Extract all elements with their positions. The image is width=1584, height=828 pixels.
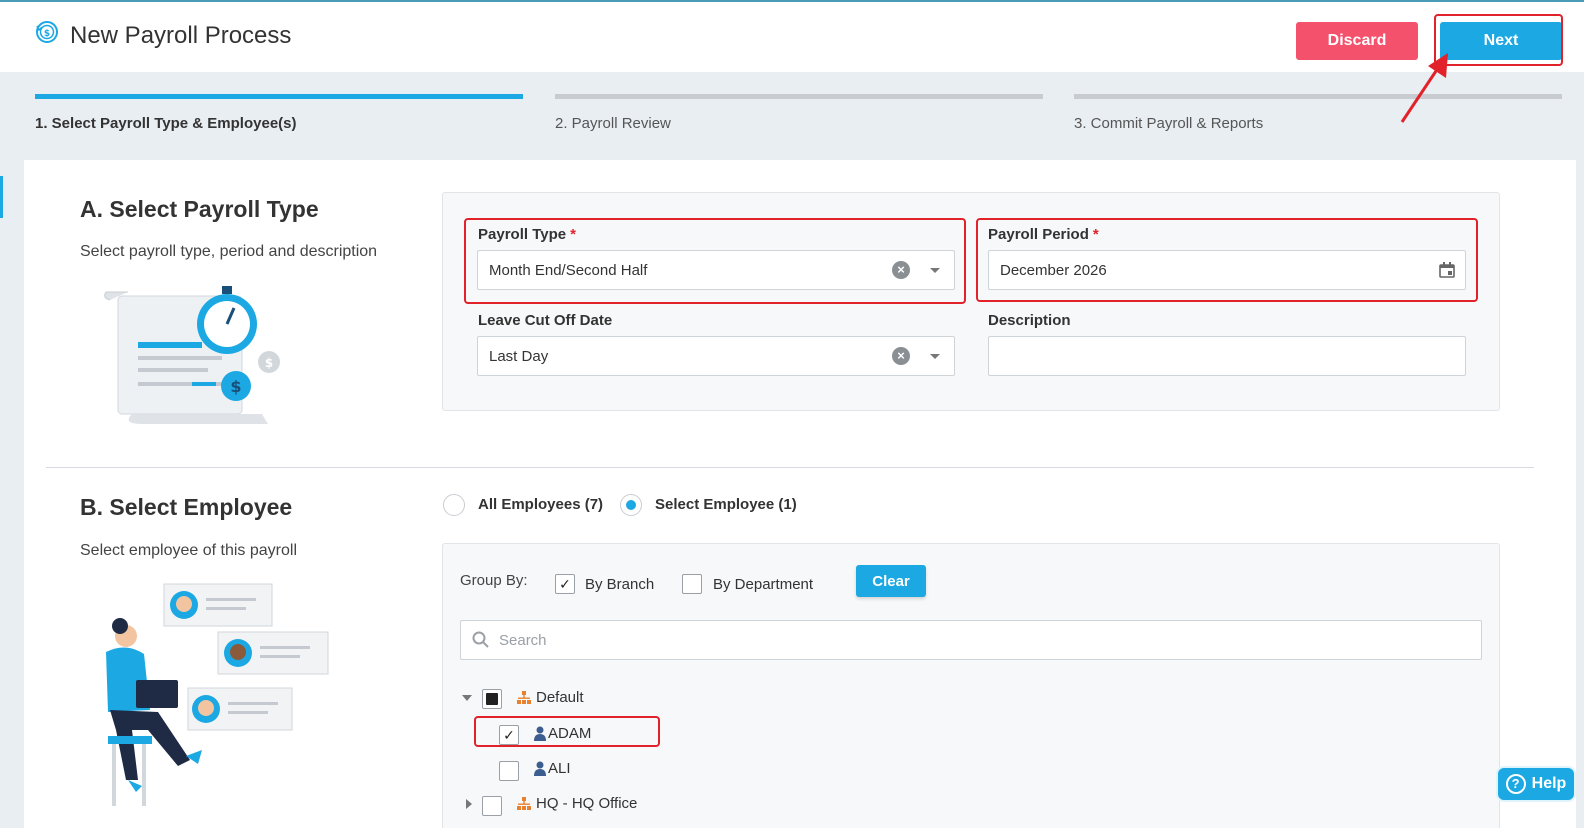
section-divider — [46, 467, 1534, 468]
employee-search-input[interactable]: Search — [460, 620, 1482, 660]
description-field[interactable] — [988, 336, 1466, 376]
select-employee-radio[interactable] — [620, 494, 642, 516]
hq-group-checkbox[interactable] — [482, 796, 502, 816]
description-label: Description — [988, 312, 1071, 329]
payroll-type-label-text: Payroll Type — [478, 226, 567, 243]
section-a-subtitle: Select payroll type, period and descript… — [80, 243, 378, 260]
chevron-down-icon[interactable] — [930, 354, 940, 359]
by-department-checkbox[interactable] — [682, 574, 702, 594]
step-progress-bar — [35, 94, 523, 99]
search-icon — [472, 631, 489, 648]
step-commit-payroll[interactable]: 3. Commit Payroll & Reports — [1074, 94, 1562, 132]
select-employee-label[interactable]: Select Employee (1) — [655, 496, 797, 513]
org-chart-icon — [517, 691, 531, 704]
employee-ali-checkbox[interactable] — [499, 761, 519, 781]
employee-name[interactable]: ADAM — [548, 725, 591, 742]
svg-text:$: $ — [44, 29, 50, 39]
payroll-type-label: Payroll Type * — [478, 226, 576, 243]
step-label: 1. Select Payroll Type & Employee(s) — [35, 115, 297, 132]
top-bar: $ New Payroll Process Discard Next — [0, 0, 1584, 72]
svg-text:$: $ — [265, 356, 273, 370]
payroll-period-value: December 2026 — [1000, 261, 1107, 279]
annotation-arrow — [1400, 53, 1448, 123]
leave-cut-off-select[interactable]: Last Day × — [477, 336, 955, 376]
step-label: 3. Commit Payroll & Reports — [1074, 115, 1264, 132]
org-chart-icon — [517, 797, 531, 810]
side-tab-marker — [0, 176, 3, 218]
main-card: A. Select Payroll Type Select payroll ty… — [24, 160, 1576, 828]
svg-text:$: $ — [230, 377, 241, 396]
employee-selection-illustration — [106, 583, 329, 806]
payroll-period-picker[interactable]: December 2026 — [988, 250, 1466, 290]
expand-chevron-icon[interactable] — [466, 799, 472, 809]
step-select-payroll[interactable]: 1. Select Payroll Type & Employee(s) — [35, 94, 523, 132]
payroll-type-panel: Payroll Type * Month End/Second Half × Pa… — [442, 192, 1500, 411]
leave-cut-off-label: Leave Cut Off Date — [478, 312, 613, 329]
section-b-subtitle: Select employee of this payroll — [80, 542, 297, 559]
payroll-process-icon: $ — [36, 21, 58, 43]
required-mark: * — [570, 226, 576, 243]
chevron-down-icon[interactable] — [930, 268, 940, 273]
person-icon — [534, 761, 546, 776]
employee-adam-checkbox[interactable]: ✓ — [499, 725, 519, 745]
payroll-document-illustration: $ $ — [104, 286, 280, 424]
payroll-period-label: Payroll Period * — [988, 226, 1099, 243]
step-payroll-review[interactable]: 2. Payroll Review — [555, 94, 1043, 132]
help-button[interactable]: ? Help — [1496, 766, 1576, 802]
payroll-period-label-text: Payroll Period — [988, 226, 1089, 243]
tree-group-default[interactable]: Default — [536, 689, 584, 706]
person-icon — [534, 726, 546, 741]
all-employees-label[interactable]: All Employees (7) — [478, 496, 603, 513]
group-by-label: Group By: — [460, 572, 528, 589]
payroll-type-value: Month End/Second Half — [489, 261, 648, 279]
default-group-checkbox[interactable] — [482, 689, 502, 709]
required-mark: * — [1092, 226, 1099, 243]
page-title: New Payroll Process — [70, 22, 292, 49]
step-progress-bar — [555, 94, 1043, 99]
by-branch-label[interactable]: By Branch — [585, 576, 654, 593]
employee-name[interactable]: ALI — [548, 760, 571, 777]
section-a-title: A. Select Payroll Type — [80, 196, 319, 222]
by-branch-checkbox[interactable]: ✓ — [555, 574, 575, 594]
leave-cut-off-value: Last Day — [489, 347, 549, 365]
step-progress-bar — [1074, 94, 1562, 99]
payroll-type-select[interactable]: Month End/Second Half × — [477, 250, 955, 290]
by-department-label[interactable]: By Department — [713, 576, 813, 593]
help-label: Help — [1531, 775, 1567, 792]
section-b-title: B. Select Employee — [80, 494, 293, 520]
clear-icon[interactable]: × — [892, 347, 910, 365]
all-employees-radio[interactable] — [443, 494, 465, 516]
clear-button[interactable]: Clear — [856, 565, 926, 597]
help-icon: ? — [1505, 774, 1526, 794]
expand-chevron-icon[interactable] — [462, 695, 472, 701]
step-label: 2. Payroll Review — [555, 115, 671, 132]
tree-group-hq[interactable]: HQ - HQ Office — [536, 795, 637, 812]
clear-icon[interactable]: × — [892, 261, 910, 279]
calendar-icon[interactable] — [1439, 262, 1455, 278]
wizard-stepper: 1. Select Payroll Type & Employee(s) 2. … — [0, 72, 1584, 160]
